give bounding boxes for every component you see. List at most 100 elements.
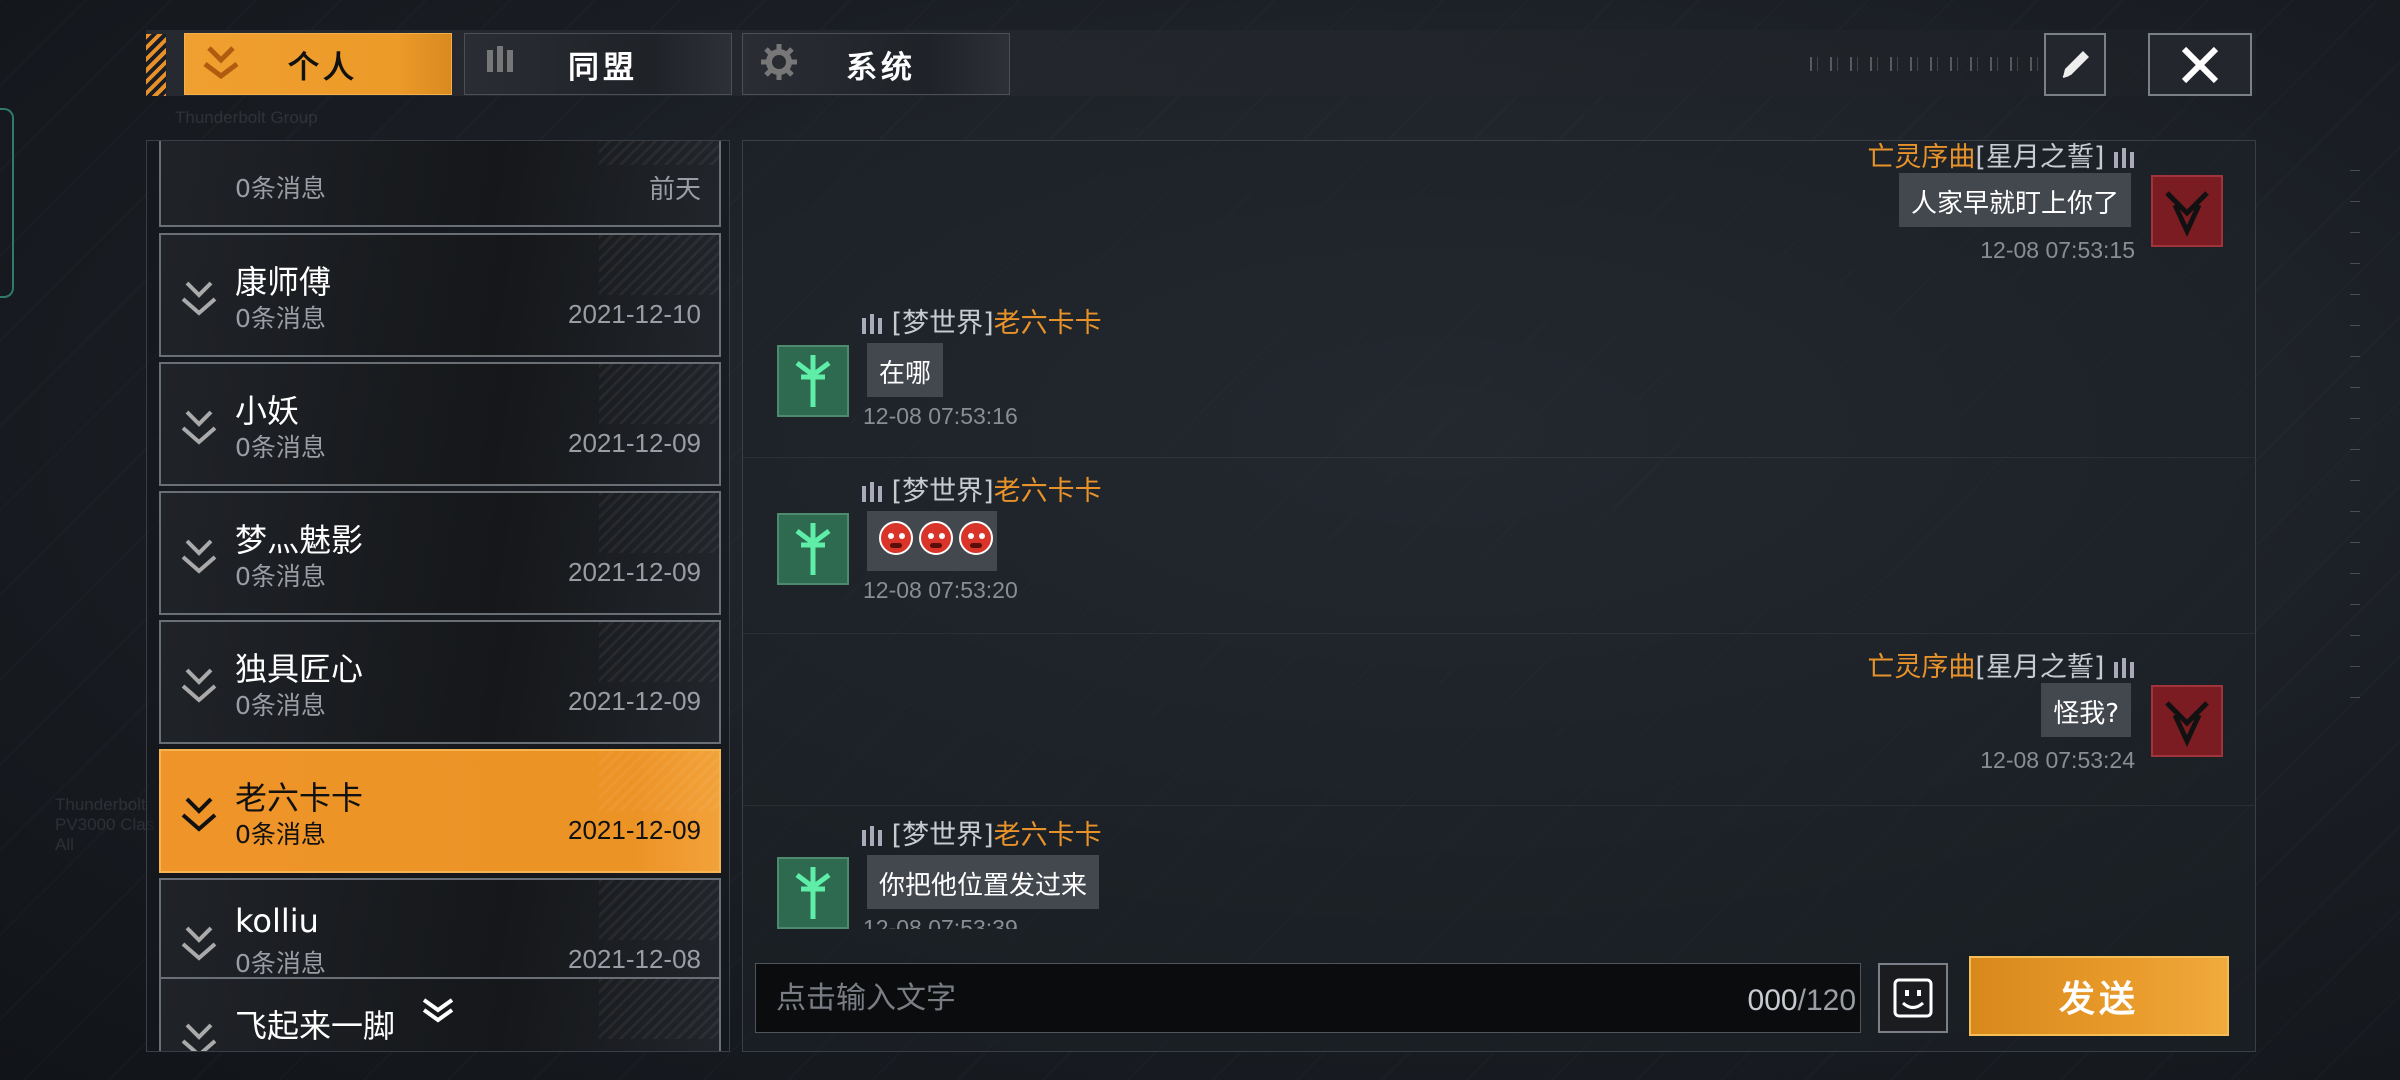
conversation-name: 飞起来一脚 bbox=[235, 1007, 396, 1045]
message-bubble: 怪我? bbox=[2041, 683, 2131, 737]
watermark-text: Thunderbolt PV3000 Clas All bbox=[55, 795, 155, 854]
close-button[interactable] bbox=[2148, 33, 2252, 96]
sender-guild: [星月之誓] bbox=[1975, 142, 2105, 173]
conversation-date: 2021-12-09 bbox=[568, 686, 701, 716]
conversation-name: 老六卡卡 bbox=[235, 779, 364, 817]
message-count: 0条消息 bbox=[235, 562, 326, 591]
conversation-item[interactable]: 梦灬魅影 0条消息 2021-12-09 bbox=[159, 491, 721, 615]
sender-guild: [星月之誓] bbox=[1975, 652, 2105, 683]
sender-line: 亡灵序曲[星月之誓] bbox=[1867, 141, 2135, 174]
avatar[interactable] bbox=[777, 857, 849, 929]
tab-label: 同盟 bbox=[568, 49, 638, 86]
conversation-date: 2021-12-08 bbox=[568, 944, 701, 974]
smiley-icon bbox=[1893, 978, 1933, 1018]
sender-guild: [梦世界] bbox=[891, 476, 994, 507]
side-decoration bbox=[0, 108, 14, 298]
sender-nick: 老六卡卡 bbox=[993, 308, 1102, 339]
emoji-bubble bbox=[867, 511, 997, 571]
hazard-stripe bbox=[146, 34, 166, 96]
sender-line: [梦世界]老六卡卡 bbox=[861, 301, 1102, 340]
download-arrow-icon bbox=[201, 42, 241, 82]
message-time: 12-08 07:53:20 bbox=[863, 577, 1018, 603]
message-time: 12-08 07:53:24 bbox=[1980, 747, 2135, 773]
chevron-down-icon bbox=[181, 406, 217, 446]
tab-system[interactable]: 系统 bbox=[742, 33, 1010, 95]
sender-nick: 亡灵序曲 bbox=[1867, 652, 1976, 683]
message-time: 12-08 07:53:15 bbox=[1980, 237, 2135, 263]
message-count: 0条消息 bbox=[235, 304, 326, 333]
sender-line: 亡灵序曲[星月之誓] bbox=[1867, 645, 2135, 684]
tab-label: 系统 bbox=[846, 49, 916, 86]
close-icon bbox=[2181, 46, 2219, 83]
scale-decoration bbox=[2330, 170, 2360, 728]
chevron-down-icon bbox=[181, 535, 217, 575]
conversation-name: 康师傅 bbox=[235, 263, 332, 301]
avatar[interactable] bbox=[2151, 685, 2223, 757]
message-bubble: 在哪 bbox=[867, 343, 944, 397]
divider bbox=[743, 805, 2255, 806]
conversation-name: kolliu bbox=[235, 902, 319, 940]
message-bubble: 人家早就盯上你了 bbox=[1898, 173, 2131, 227]
char-max: /120 bbox=[1797, 984, 1856, 1017]
rank-icon bbox=[2113, 146, 2135, 172]
alliance-icon bbox=[481, 42, 521, 82]
chevron-down-icon bbox=[181, 793, 217, 833]
angry-emoji-icon bbox=[959, 521, 993, 555]
sender-line: [梦世界]老六卡卡 bbox=[861, 813, 1102, 852]
chevron-down-icon bbox=[181, 922, 217, 962]
chat-input-box[interactable]: 000/120 bbox=[755, 963, 1861, 1033]
tab-personal[interactable]: 个人 bbox=[184, 33, 452, 95]
sender-nick: 老六卡卡 bbox=[993, 476, 1102, 507]
conversation-name: 梦灬魅影 bbox=[235, 521, 364, 559]
chevron-down-icon bbox=[181, 1019, 217, 1051]
angry-emoji-icon bbox=[919, 521, 953, 555]
rank-icon bbox=[2113, 656, 2135, 682]
watermark-text: Thunderbolt Group bbox=[175, 108, 318, 127]
sender-nick: 亡灵序曲 bbox=[1867, 142, 1976, 173]
conversation-item[interactable]: 0条消息 前天 bbox=[159, 141, 721, 227]
conversation-item[interactable]: 小妖 0条消息 2021-12-09 bbox=[159, 362, 721, 486]
conversation-item[interactable]: 康师傅 0条消息 2021-12-10 bbox=[159, 233, 721, 357]
divider bbox=[743, 633, 2255, 634]
message-list[interactable]: 亡灵序曲[星月之誓] 人家早就盯上你了 12-08 07:53:15 [梦世界]… bbox=[743, 141, 2255, 929]
emoji-button[interactable] bbox=[1878, 963, 1948, 1033]
message-count: 0条消息 bbox=[235, 433, 326, 462]
conversation-date: 2021-12-10 bbox=[568, 299, 701, 329]
rank-icon bbox=[861, 312, 883, 338]
chat-input[interactable] bbox=[756, 964, 1860, 1032]
message-count: 0条消息 bbox=[235, 949, 326, 978]
avatar[interactable] bbox=[777, 345, 849, 417]
gear-icon bbox=[759, 42, 799, 82]
message-count: 0条消息 bbox=[235, 691, 326, 720]
scroll-more-icon[interactable] bbox=[420, 996, 456, 1024]
char-count: 000 bbox=[1747, 984, 1798, 1017]
avatar[interactable] bbox=[777, 513, 849, 585]
conversation-date: 前天 bbox=[648, 174, 701, 204]
tab-alliance[interactable]: 同盟 bbox=[464, 33, 732, 95]
rank-icon bbox=[861, 480, 883, 506]
send-button[interactable]: 发送 bbox=[1969, 956, 2229, 1036]
chevron-down-icon bbox=[181, 277, 217, 317]
conversation-list[interactable]: 0条消息 前天 康师傅 0条消息 2021-12-10 小妖 0条消息 2021… bbox=[146, 140, 730, 1052]
conversation-date: 2021-12-09 bbox=[568, 557, 701, 587]
message-count: 0条消息 bbox=[235, 174, 326, 203]
avatar[interactable] bbox=[2151, 175, 2223, 247]
sender-guild: [梦世界] bbox=[891, 820, 994, 851]
chevron-down-icon bbox=[181, 664, 217, 704]
conversation-name: 独具匠心 bbox=[235, 650, 364, 688]
char-counter: 000/120 bbox=[1706, 984, 1856, 1018]
message-time: 12-08 07:53:16 bbox=[863, 403, 1018, 429]
conversation-item-selected[interactable]: 老六卡卡 0条消息 2021-12-09 bbox=[159, 749, 721, 873]
angry-emoji-icon bbox=[879, 521, 913, 555]
rank-icon bbox=[861, 824, 883, 850]
barcode-decoration bbox=[1810, 57, 2040, 71]
sender-line: [梦世界]老六卡卡 bbox=[861, 469, 1102, 508]
edit-button[interactable] bbox=[2044, 33, 2106, 96]
message-time: 12-08 07:53:39 bbox=[863, 915, 1018, 929]
conversation-name: 小妖 bbox=[235, 392, 300, 430]
tab-label: 个人 bbox=[288, 49, 358, 86]
sender-guild: [梦世界] bbox=[891, 308, 994, 339]
chat-panel: 亡灵序曲[星月之誓] 人家早就盯上你了 12-08 07:53:15 [梦世界]… bbox=[742, 140, 2256, 1052]
conversation-item[interactable]: 独具匠心 0条消息 2021-12-09 bbox=[159, 620, 721, 744]
message-count: 0条消息 bbox=[235, 820, 326, 849]
